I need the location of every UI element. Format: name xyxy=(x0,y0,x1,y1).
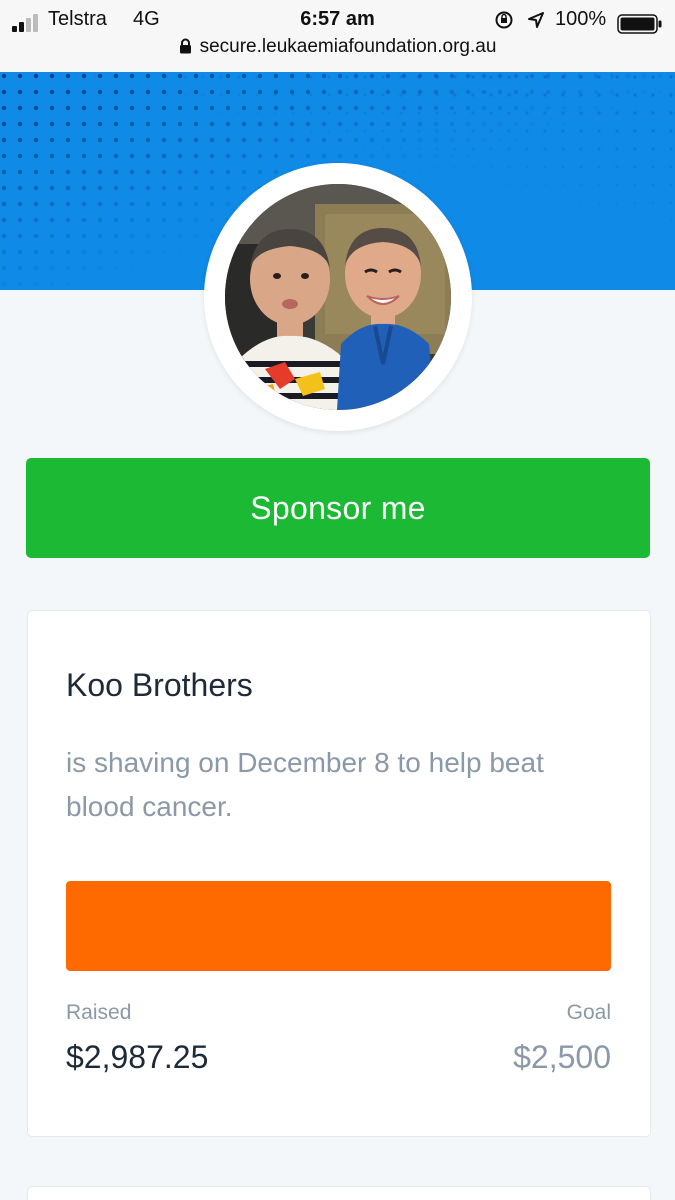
progress-bar-fill xyxy=(66,881,611,971)
address-bar[interactable]: secure.leukaemiafoundation.org.au xyxy=(0,36,675,64)
fundraiser-page: Telstra 4G 6:57 am 100% secure.leukaemia… xyxy=(0,0,675,1200)
fundraiser-name: Koo Brothers xyxy=(66,667,253,703)
sponsor-me-button[interactable]: Sponsor me xyxy=(26,458,650,558)
rotation-lock-icon xyxy=(495,11,513,29)
browser-status-bar: Telstra 4G 6:57 am 100% secure.leukaemia… xyxy=(0,0,675,73)
status-row: Telstra 4G 6:57 am 100% xyxy=(0,6,675,34)
fundraiser-description: is shaving on December 8 to help beat bl… xyxy=(66,747,544,822)
goal-amount: $2,500 xyxy=(513,1039,611,1075)
fundraising-progress-bar xyxy=(66,881,611,971)
battery-percentage: 100% xyxy=(555,8,607,30)
goal-label: Goal xyxy=(566,1001,611,1024)
location-arrow-icon xyxy=(528,12,544,28)
raised-label: Raised xyxy=(66,1001,132,1024)
lock-icon xyxy=(179,38,191,54)
battery-icon xyxy=(617,14,662,34)
raised-amount: $2,987.25 xyxy=(66,1039,209,1075)
next-card xyxy=(27,1186,651,1200)
profile-avatar xyxy=(204,163,472,431)
fundraiser-summary-card: Koo Brothers is shaving on December 8 to… xyxy=(27,610,651,1137)
profile-photo xyxy=(225,184,451,410)
page-url: secure.leukaemiafoundation.org.au xyxy=(199,36,497,57)
